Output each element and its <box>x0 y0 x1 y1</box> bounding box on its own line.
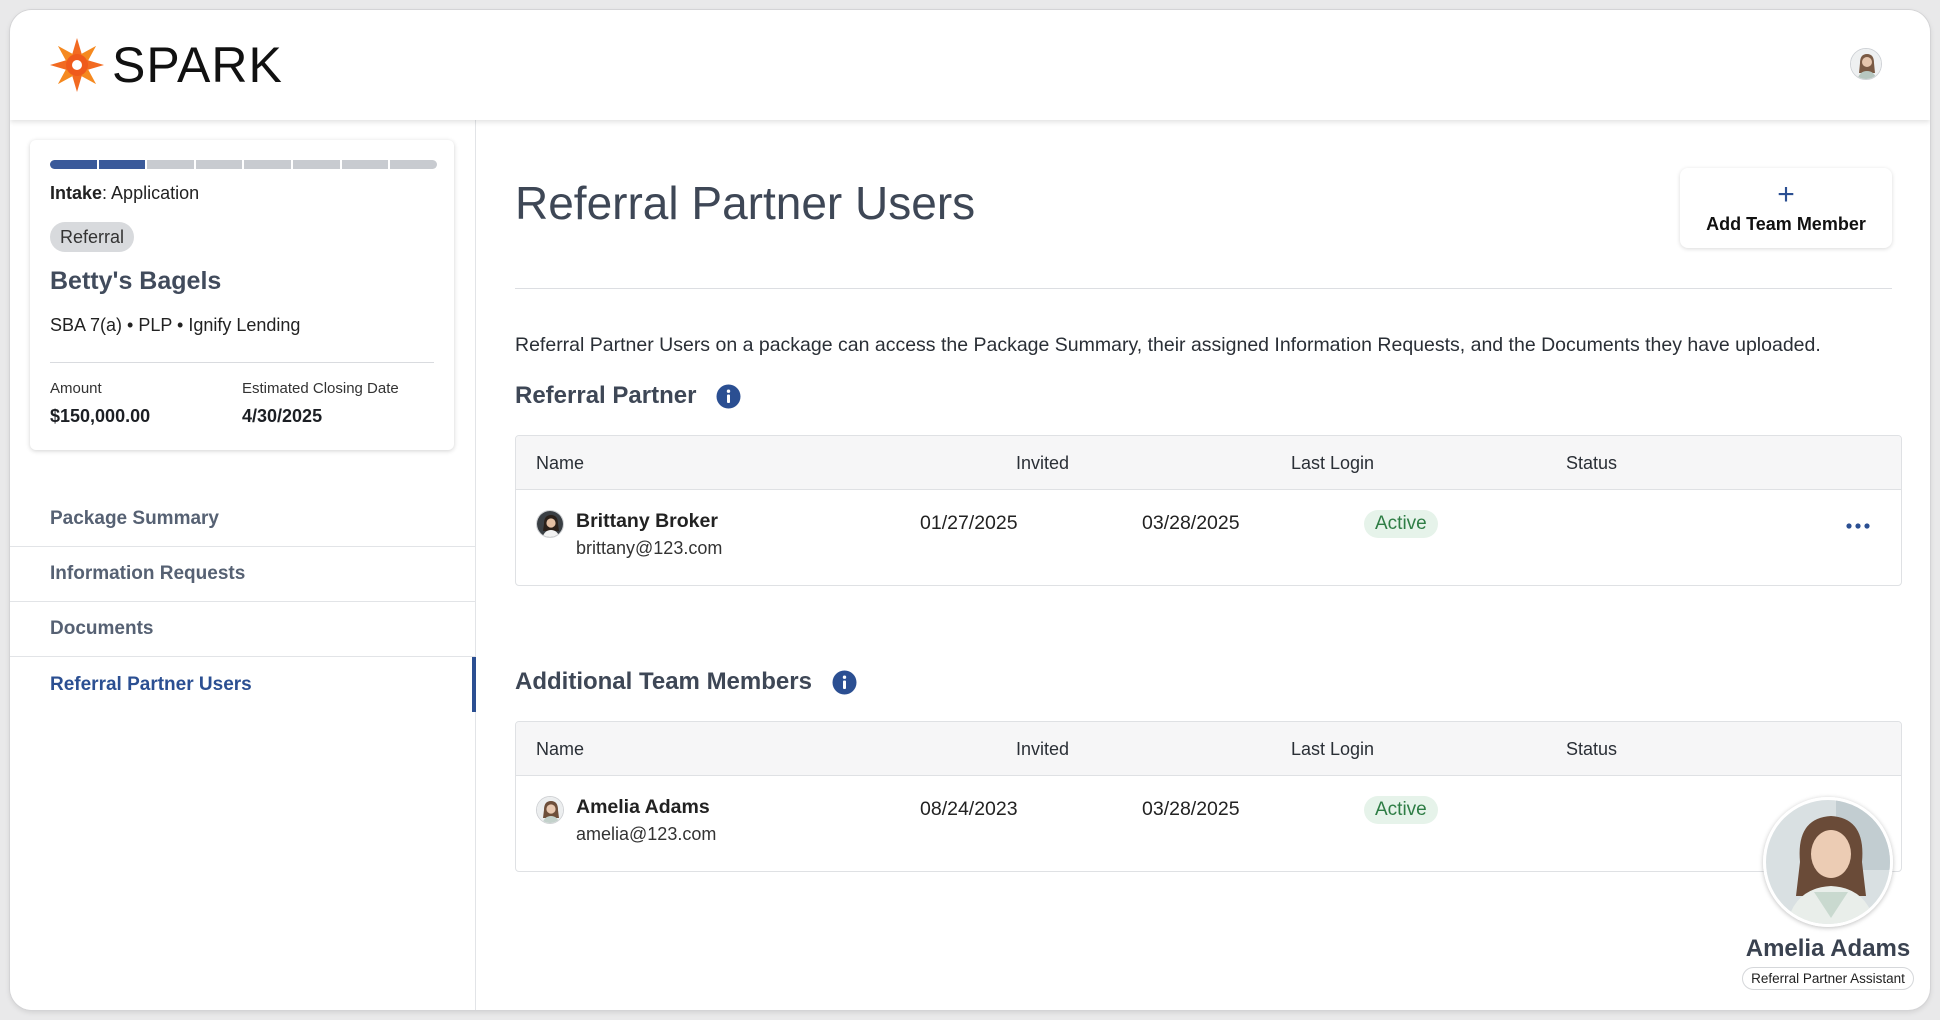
assistant-name: Amelia Adams <box>1745 935 1911 962</box>
more-options-icon[interactable] <box>1845 516 1871 536</box>
closing-date-value: 4/30/2025 <box>242 406 323 426</box>
assistant-avatar[interactable] <box>1763 797 1893 927</box>
additional-members-heading: Additional Team Members <box>515 668 857 696</box>
progress-segment <box>244 160 291 169</box>
referral-partner-table: Name Invited Last Login Status Brittany … <box>515 435 1902 586</box>
brand-logo[interactable]: SPARK <box>48 36 283 94</box>
card-divider <box>50 362 434 363</box>
additional-members-table: Name Invited Last Login Status Amelia Ad… <box>515 721 1902 872</box>
info-icon[interactable] <box>832 670 857 695</box>
column-name: Name <box>536 453 585 473</box>
sidebar-nav: Package Summary Information Requests Doc… <box>10 492 476 712</box>
page-title: Referral Partner Users <box>515 177 976 229</box>
table-row[interactable]: Brittany Broker brittany@123.com 01/27/2… <box>516 490 1901 585</box>
column-last-login: Last Login <box>1291 453 1375 473</box>
referral-partner-title: Referral Partner <box>515 382 697 409</box>
user-email: amelia@123.com <box>576 824 717 844</box>
column-status: Status <box>1566 453 1618 473</box>
last-login-date: 03/28/2025 <box>1142 512 1240 534</box>
sidebar-item-documents[interactable]: Documents <box>10 602 475 657</box>
user-name[interactable]: Brittany Broker <box>576 510 722 533</box>
column-status: Status <box>1566 739 1618 759</box>
plus-icon: + <box>1777 177 1795 211</box>
sidebar-item-referral-partner-users[interactable]: Referral Partner Users <box>10 657 476 712</box>
info-icon[interactable] <box>716 384 741 409</box>
amount-label: Amount <box>50 380 102 397</box>
progress-segment <box>147 160 194 169</box>
last-login-date: 03/28/2025 <box>1142 798 1240 820</box>
user-cell: Amelia Adams amelia@123.com <box>536 796 716 845</box>
referral-partner-heading: Referral Partner <box>515 382 741 410</box>
main-content: Referral Partner Users + Add Team Member… <box>476 120 1930 1010</box>
table-header: Name Invited Last Login Status <box>516 436 1901 490</box>
invited-date: 08/24/2023 <box>920 798 1018 820</box>
app-window: SPARK Intake: Application Referral Betty… <box>10 10 1930 1010</box>
add-team-member-label: Add Team Member <box>1706 213 1866 234</box>
amount-value: $150,000.00 <box>50 406 151 426</box>
progress-segment <box>50 160 97 169</box>
user-avatar-icon[interactable] <box>1850 48 1882 80</box>
progress-segment <box>195 160 243 169</box>
progress-segment <box>98 160 146 169</box>
assistant-widget[interactable]: Amelia Adams Referral Partner Assistant <box>1740 797 1916 990</box>
closing-date-label: Estimated Closing Date <box>242 380 399 397</box>
progress-bar <box>50 160 437 169</box>
business-name: Betty's Bagels <box>50 267 222 295</box>
column-invited: Invited <box>1016 739 1070 759</box>
avatar <box>536 796 564 824</box>
loan-meta: SBA 7(a) • PLP • Ignify Lending <box>50 315 301 335</box>
header-divider <box>515 288 1892 289</box>
progress-segment <box>390 160 437 169</box>
user-email: brittany@123.com <box>576 538 723 558</box>
column-invited: Invited <box>1016 453 1070 473</box>
assistant-role-badge: Referral Partner Assistant <box>1742 967 1914 990</box>
invited-date: 01/27/2025 <box>920 512 1018 534</box>
additional-members-title: Additional Team Members <box>515 668 812 695</box>
user-cell: Brittany Broker brittany@123.com <box>536 510 722 559</box>
column-last-login: Last Login <box>1291 739 1375 759</box>
status-badge: Active <box>1364 796 1438 824</box>
amount-field: Amount $150,000.00 <box>50 380 150 427</box>
avatar <box>536 510 564 538</box>
status-badge: Active <box>1364 510 1438 538</box>
spark-logo-icon <box>50 38 104 92</box>
sidebar-item-information-requests[interactable]: Information Requests <box>10 547 475 602</box>
intro-text: Referral Partner Users on a package can … <box>515 334 1821 356</box>
top-bar: SPARK <box>10 10 1930 120</box>
sidebar-item-package-summary[interactable]: Package Summary <box>10 492 475 547</box>
column-name: Name <box>536 739 585 759</box>
add-team-member-button[interactable]: + Add Team Member <box>1680 168 1892 248</box>
referral-tag: Referral <box>50 222 135 252</box>
package-card: Intake: Application Referral Betty's Bag… <box>30 140 454 450</box>
closing-date-field: Estimated Closing Date 4/30/2025 <box>242 380 399 427</box>
brand-name: SPARK <box>112 37 283 93</box>
table-header: Name Invited Last Login Status <box>516 722 1901 776</box>
progress-segment <box>292 160 340 169</box>
user-name[interactable]: Amelia Adams <box>576 796 716 819</box>
sidebar: Intake: Application Referral Betty's Bag… <box>10 120 476 1010</box>
table-row[interactable]: Amelia Adams amelia@123.com 08/24/2023 0… <box>516 776 1901 871</box>
stage-label: Intake: Application <box>50 183 200 203</box>
progress-segment <box>341 160 389 169</box>
